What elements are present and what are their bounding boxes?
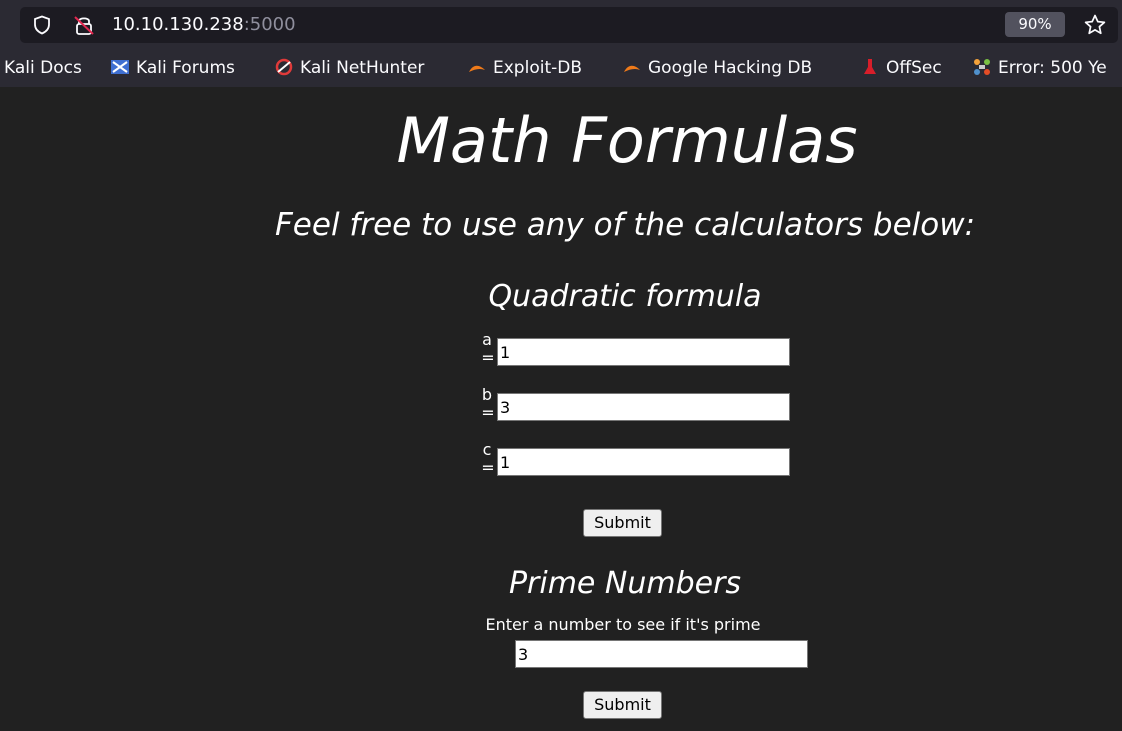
- quadratic-submit-button[interactable]: Submit: [583, 509, 662, 537]
- prime-description: Enter a number to see if it's prime: [485, 615, 761, 634]
- kali-forums-icon: [110, 58, 130, 76]
- prime-heading: Prime Numbers: [508, 566, 742, 601]
- bookmark-error-500[interactable]: Error: 500 Ye: [972, 56, 1107, 80]
- browser-chrome: 10.10.130.238:5000 90% Kali Docs Kali Fo…: [0, 0, 1122, 87]
- bookmark-offsec[interactable]: OffSec: [860, 56, 942, 80]
- bookmark-label: Kali Forums: [136, 58, 235, 78]
- label-letter: a: [482, 330, 492, 349]
- bookmark-label: Error: 500 Ye: [998, 58, 1107, 78]
- label-equals: =: [481, 458, 495, 477]
- zoom-level-button[interactable]: 90%: [1005, 12, 1065, 37]
- offsec-icon: [860, 58, 880, 76]
- bookmark-label: Exploit-DB: [493, 58, 582, 78]
- url-text[interactable]: 10.10.130.238:5000: [112, 14, 296, 36]
- label-equals: =: [481, 348, 495, 367]
- quadratic-heading: Quadratic formula: [488, 279, 762, 314]
- bookmarks-toolbar: Kali Docs Kali Forums Kali NetHunter Exp…: [0, 52, 1122, 84]
- input-b[interactable]: [497, 393, 790, 421]
- input-a[interactable]: [497, 338, 790, 366]
- kali-nethunter-icon: [274, 58, 294, 76]
- bookmark-label: Kali NetHunter: [300, 58, 425, 78]
- label-letter: b: [481, 385, 493, 404]
- shield-icon[interactable]: [32, 15, 52, 35]
- exploit-db-icon: [622, 58, 642, 76]
- page-content: Math Formulas Feel free to use any of th…: [0, 87, 1122, 731]
- field-label-b: b =: [477, 386, 497, 422]
- star-icon[interactable]: [1083, 13, 1107, 37]
- bookmark-label: OffSec: [886, 58, 942, 78]
- bookmark-kali-nethunter[interactable]: Kali NetHunter: [274, 56, 424, 80]
- page-title: Math Formulas: [396, 104, 858, 177]
- bookmark-label: Google Hacking DB: [648, 58, 813, 78]
- prime-submit-button[interactable]: Submit: [583, 691, 662, 719]
- field-label-a: a =: [477, 331, 497, 367]
- input-c[interactable]: [497, 448, 790, 476]
- bookmark-exploit-db[interactable]: Exploit-DB: [467, 56, 582, 80]
- bookmark-google-hacking-db[interactable]: Google Hacking DB: [622, 56, 812, 80]
- prime-number-input[interactable]: [515, 640, 808, 668]
- field-label-c: c =: [477, 441, 497, 477]
- label-equals: =: [481, 403, 495, 422]
- joomla-icon: [972, 58, 992, 76]
- page-subtitle: Feel free to use any of the calculators …: [274, 207, 976, 243]
- exploit-db-icon: [467, 58, 487, 76]
- label-letter: c: [482, 440, 492, 459]
- bookmark-kali-docs[interactable]: Kali Docs: [4, 56, 82, 80]
- insecure-lock-icon[interactable]: [72, 14, 96, 36]
- bookmark-kali-forums[interactable]: Kali Forums: [110, 56, 235, 80]
- url-port: :5000: [243, 14, 296, 35]
- address-bar[interactable]: 10.10.130.238:5000 90%: [20, 7, 1118, 43]
- url-host: 10.10.130.238: [112, 14, 244, 35]
- bookmark-label: Kali Docs: [4, 58, 82, 78]
